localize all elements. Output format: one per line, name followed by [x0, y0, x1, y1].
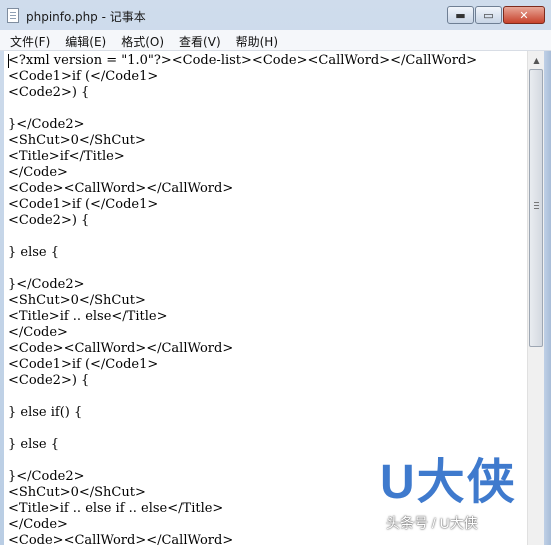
close-button[interactable]: ✕	[503, 6, 545, 24]
menu-file[interactable]: 文件(F)	[0, 30, 55, 50]
grip-icon	[534, 202, 539, 203]
maximize-button[interactable]: ▭	[475, 6, 502, 24]
scrollbar-thumb[interactable]	[529, 69, 543, 347]
editor-content[interactable]: <?xml version = "1.0"?><Code-list><Code>…	[4, 51, 527, 545]
notepad-window: phpinfo.php - 记事本 ▬ ▭ ✕ 文件(F) 编辑(E) 格式(O…	[0, 0, 551, 545]
menu-view[interactable]: 查看(V)	[169, 30, 226, 50]
vertical-scrollbar[interactable]: ▲	[527, 51, 545, 545]
menu-bar: 文件(F) 编辑(E) 格式(O) 查看(V) 帮助(H)	[0, 30, 551, 51]
scroll-up-arrow-icon[interactable]: ▲	[529, 52, 544, 68]
menu-format[interactable]: 格式(O)	[111, 30, 169, 50]
caption-buttons: ▬ ▭ ✕	[446, 6, 545, 26]
text-caret	[8, 54, 9, 68]
window-title: phpinfo.php - 记事本	[26, 10, 146, 24]
menu-edit[interactable]: 编辑(E)	[55, 30, 111, 50]
notepad-icon	[7, 8, 19, 23]
window-frame-right	[544, 51, 551, 545]
menu-help[interactable]: 帮助(H)	[226, 30, 283, 50]
title-bar[interactable]: phpinfo.php - 记事本 ▬ ▭ ✕	[0, 0, 551, 30]
text-editor[interactable]: <?xml version = "1.0"?><Code-list><Code>…	[4, 51, 527, 545]
minimize-button[interactable]: ▬	[447, 6, 474, 24]
